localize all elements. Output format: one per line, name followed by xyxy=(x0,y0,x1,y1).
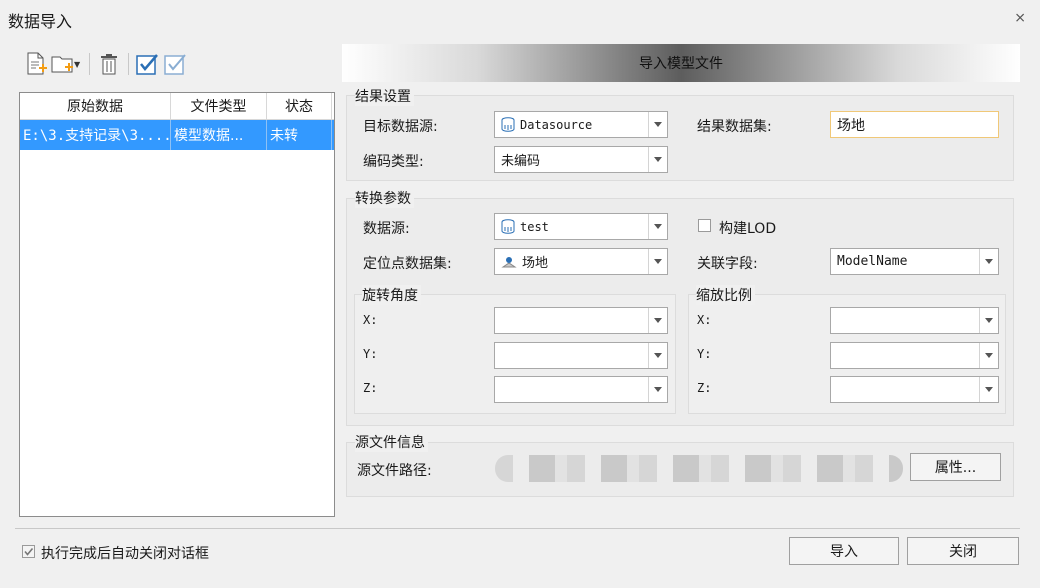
anchor-dataset-value: 场地 xyxy=(522,256,549,271)
source-info-title: 源文件信息 xyxy=(355,432,428,452)
select-all-button[interactable] xyxy=(134,50,162,78)
col-status[interactable]: 状态 xyxy=(267,93,332,119)
close-button[interactable]: 关闭 xyxy=(907,537,1019,565)
chevron-down-icon[interactable] xyxy=(648,377,667,402)
chevron-down-icon[interactable] xyxy=(979,377,998,402)
rotation-x-label: X: xyxy=(363,313,378,327)
footer-separator xyxy=(15,528,1020,529)
table-row[interactable]: E:\3.支持记录\3.... 模型数据... 未转 xyxy=(20,120,334,150)
datasource-value: test xyxy=(520,219,549,234)
col-type[interactable]: 文件类型 xyxy=(171,93,267,119)
checkbox-checked-icon xyxy=(136,54,159,75)
database-icon xyxy=(501,117,515,132)
build-lod-checkbox[interactable] xyxy=(698,219,711,232)
target-datasource-value: Datasource xyxy=(520,117,593,132)
result-settings-title: 结果设置 xyxy=(355,86,414,106)
point-dataset-icon xyxy=(501,256,517,267)
target-datasource-label: 目标数据源: xyxy=(363,119,438,135)
title-bar: 数据导入 ⨯ xyxy=(0,0,1040,38)
row-type: 模型数据... xyxy=(171,120,267,150)
scale-z-label: Z: xyxy=(697,381,712,395)
chevron-down-icon[interactable] xyxy=(648,112,667,137)
conversion-title: 转换参数 xyxy=(355,188,414,208)
toolbar-separator xyxy=(89,53,91,75)
encoding-value: 未编码 xyxy=(501,154,541,169)
chevron-down-icon[interactable] xyxy=(648,343,667,368)
scale-title: 缩放比例 xyxy=(696,285,755,305)
panel-banner: 导入模型文件 xyxy=(342,44,1020,82)
toolbar: ▼ xyxy=(22,48,190,80)
anchor-dataset-select[interactable]: 场地 xyxy=(494,248,668,275)
invert-select-button[interactable] xyxy=(162,50,190,78)
col-source[interactable]: 原始数据 xyxy=(20,93,171,119)
source-path-label: 源文件路径: xyxy=(357,463,432,479)
row-source: E:\3.支持记录\3.... xyxy=(20,120,171,150)
chevron-down-icon[interactable] xyxy=(979,343,998,368)
checkbox-outline-icon xyxy=(164,54,186,75)
encoding-select[interactable]: 未编码 xyxy=(494,146,668,173)
target-datasource-select[interactable]: Datasource xyxy=(494,111,668,138)
rotation-x-select[interactable] xyxy=(494,307,668,334)
chevron-down-icon[interactable] xyxy=(648,308,667,333)
rotation-title: 旋转角度 xyxy=(362,285,421,305)
chevron-down-icon[interactable] xyxy=(648,214,667,239)
scale-z-select[interactable] xyxy=(830,376,999,403)
chevron-down-icon[interactable] xyxy=(648,147,667,172)
chevron-down-icon[interactable] xyxy=(979,308,998,333)
chevron-down-icon[interactable]: ▼ xyxy=(74,60,80,69)
auto-close-checkbox[interactable] xyxy=(22,545,35,558)
file-list[interactable]: 原始数据 文件类型 状态 E:\3.支持记录\3.... 模型数据... 未转 xyxy=(19,92,335,517)
rotation-y-select[interactable] xyxy=(494,342,668,369)
window-title: 数据导入 xyxy=(8,12,73,31)
checkmark-icon xyxy=(24,547,34,556)
link-field-value: ModelName xyxy=(837,254,908,269)
delete-button[interactable] xyxy=(95,50,123,78)
scale-y-label: Y: xyxy=(697,347,712,361)
result-dataset-input[interactable]: 场地 xyxy=(830,111,999,138)
close-icon[interactable]: ⨯ xyxy=(1014,10,1026,26)
link-field-select[interactable]: ModelName xyxy=(830,248,999,275)
datasource-select[interactable]: test xyxy=(494,213,668,240)
result-dataset-label: 结果数据集: xyxy=(697,119,772,135)
datasource-label: 数据源: xyxy=(363,221,410,237)
properties-button[interactable]: 属性... xyxy=(910,453,1001,481)
row-status: 未转 xyxy=(267,120,332,150)
trash-icon xyxy=(101,54,118,75)
anchor-dataset-label: 定位点数据集: xyxy=(363,256,452,272)
database-icon xyxy=(501,219,515,234)
import-button[interactable]: 导入 xyxy=(789,537,899,565)
rotation-z-label: Z: xyxy=(363,381,378,395)
add-file-button[interactable] xyxy=(22,50,50,78)
toolbar-separator xyxy=(128,53,130,75)
add-file-icon xyxy=(27,52,47,75)
auto-close-label: 执行完成后自动关闭对话框 xyxy=(41,546,209,562)
result-settings-section xyxy=(346,95,1014,181)
rotation-y-label: Y: xyxy=(363,347,378,361)
build-lod-label: 构建LOD xyxy=(719,221,777,237)
link-field-label: 关联字段: xyxy=(697,256,758,272)
encoding-label: 编码类型: xyxy=(363,154,424,170)
scale-x-select[interactable] xyxy=(830,307,999,334)
scale-y-select[interactable] xyxy=(830,342,999,369)
scale-x-label: X: xyxy=(697,313,712,327)
chevron-down-icon[interactable] xyxy=(648,249,667,274)
chevron-down-icon[interactable] xyxy=(979,249,998,274)
rotation-z-select[interactable] xyxy=(494,376,668,403)
file-list-header: 原始数据 文件类型 状态 xyxy=(20,93,334,120)
source-path-value-blurred xyxy=(495,455,903,482)
